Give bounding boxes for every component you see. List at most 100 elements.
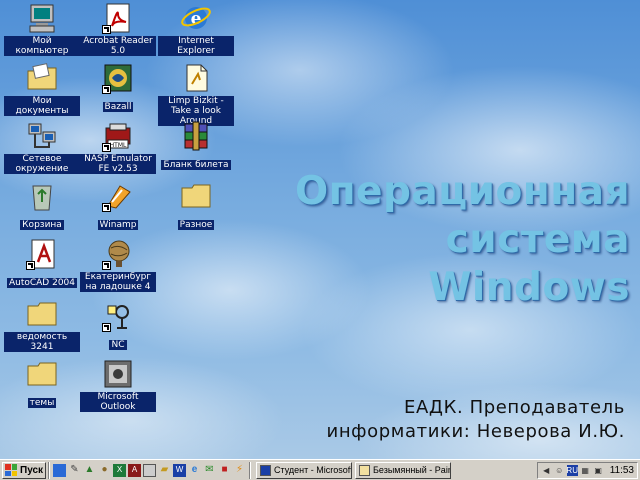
icon-label: Бланк билета bbox=[161, 160, 231, 170]
icon-label: Разное bbox=[177, 220, 215, 230]
word-icon bbox=[260, 464, 271, 476]
svg-text:HTML: HTML bbox=[110, 142, 127, 149]
icon-label: Мой компьютер bbox=[4, 36, 80, 56]
taskbar: Пуск ✎ ▲ ● X A ▰ W e ✉ ■ ⚡ Студент - Mic… bbox=[0, 459, 640, 480]
bazall-icon bbox=[102, 62, 134, 94]
slide-subtitle-line2: информатики: Неверова И.Ю. bbox=[326, 421, 625, 442]
desktop-icon-temy[interactable]: темы bbox=[4, 358, 80, 410]
desktop-icon-my-documents[interactable]: Мои документы bbox=[4, 62, 80, 118]
network-icon bbox=[26, 120, 58, 152]
desktop-icon-nc[interactable]: NC bbox=[80, 300, 156, 352]
display-icon[interactable]: ▣ bbox=[593, 465, 604, 476]
icon-label: NASP Emulator FE v2.53 bbox=[80, 154, 156, 174]
winrar-icon: HTML bbox=[102, 120, 134, 152]
tools-icon[interactable]: ✎ bbox=[68, 464, 81, 477]
icon-label: Internet Explorer bbox=[158, 36, 234, 56]
icon-label: NC bbox=[109, 340, 127, 350]
start-label: Пуск bbox=[20, 464, 44, 476]
desktop[interactable]: Мой компьютер Мои документы Сетевое окру… bbox=[0, 0, 640, 459]
system-tray: ◀ ☺ RU ▦ ▣ 11:53 bbox=[536, 461, 638, 479]
my-computer-icon bbox=[26, 2, 58, 34]
desktop-icon-vedomost[interactable]: ведомость 3241 bbox=[4, 298, 80, 354]
winamp-icon[interactable]: ⚡ bbox=[233, 464, 246, 477]
task-label: Студент - Microsoft ... bbox=[274, 465, 352, 475]
icon-label: Bazall bbox=[102, 102, 134, 112]
icon-label: ведомость 3241 bbox=[4, 332, 80, 352]
globe-icon bbox=[102, 238, 134, 270]
document-icon bbox=[180, 62, 212, 94]
slide-subtitle-line1: ЕАДК. Преподаватель bbox=[404, 397, 625, 418]
winrar-archive-icon bbox=[180, 120, 212, 152]
icon-label: темы bbox=[27, 398, 57, 408]
shortcut-arrow-icon bbox=[102, 203, 111, 212]
outlook-icon bbox=[102, 358, 134, 390]
desktop-icon-my-computer[interactable]: Мой компьютер bbox=[4, 2, 80, 58]
desktop-icon-acrobat[interactable]: Acrobat Reader 5.0 bbox=[80, 2, 156, 58]
start-button[interactable]: Пуск bbox=[2, 461, 46, 479]
icon-label: Microsoft Outlook bbox=[80, 392, 156, 412]
internet-explorer-icon[interactable]: e bbox=[188, 464, 201, 477]
desktop-icon-autocad[interactable]: AutoCAD 2004 bbox=[4, 238, 80, 290]
paint-icon[interactable]: ■ bbox=[218, 464, 231, 477]
nc-icon bbox=[102, 300, 134, 332]
antivirus-icon[interactable]: ☺ bbox=[554, 465, 565, 476]
slide-title-line2: система Windows bbox=[428, 217, 630, 310]
language-indicator[interactable]: RU bbox=[566, 464, 578, 476]
icon-label: Acrobat Reader 5.0 bbox=[80, 36, 156, 56]
icon-label: Екатеринбург на ладошке 4 bbox=[80, 272, 156, 292]
shortcut-arrow-icon bbox=[102, 261, 111, 270]
shortcut-arrow-icon bbox=[102, 25, 111, 34]
autocad-icon bbox=[26, 238, 58, 270]
icon-label: Мои документы bbox=[4, 96, 80, 116]
chart-icon[interactable]: ▲ bbox=[83, 464, 96, 477]
my-documents-icon bbox=[26, 62, 58, 94]
desktop-icon-internet-explorer[interactable]: e Internet Explorer bbox=[158, 2, 234, 58]
task-label: Безымянный - Paint bbox=[373, 465, 451, 475]
folder-icon bbox=[180, 180, 212, 212]
desktop-icon-limp-bizkit[interactable]: Limp Bizkit - Take a look Around bbox=[158, 62, 234, 128]
clock[interactable]: 11:53 bbox=[610, 465, 634, 476]
desktop-icon-bazall[interactable]: Bazall bbox=[80, 62, 156, 114]
folder-icon bbox=[26, 358, 58, 390]
shortcut-arrow-icon bbox=[102, 85, 111, 94]
recycle-bin-icon bbox=[26, 180, 58, 212]
slide-title-line1: Операционная bbox=[294, 169, 630, 214]
icon-label: Winamp bbox=[97, 220, 139, 230]
desktop-icon-blank-bileta[interactable]: Бланк билета bbox=[158, 120, 234, 172]
taskbar-separator bbox=[249, 461, 251, 479]
access-icon[interactable]: A bbox=[128, 463, 141, 477]
desktop-icon-network[interactable]: Сетевое окружение bbox=[4, 120, 80, 176]
taskbar-button-paint[interactable]: Безымянный - Paint bbox=[355, 461, 451, 479]
icon-label: Корзина bbox=[20, 220, 64, 230]
paint-icon bbox=[359, 464, 370, 476]
icon-label: AutoCAD 2004 bbox=[6, 278, 78, 288]
winamp-icon bbox=[102, 180, 134, 212]
shortcut-arrow-icon bbox=[102, 143, 111, 152]
outlook-express-icon[interactable]: ✉ bbox=[203, 464, 216, 477]
quick-launch: ✎ ▲ ● X A ▰ W e ✉ ■ ⚡ bbox=[52, 463, 247, 477]
desktop-icon-raznoe[interactable]: Разное bbox=[158, 180, 234, 232]
desktop-icon-winamp[interactable]: Winamp bbox=[80, 180, 156, 232]
windows-logo-icon bbox=[5, 464, 17, 476]
excel-icon[interactable]: X bbox=[113, 463, 126, 477]
explorer-icon[interactable]: ▰ bbox=[158, 464, 171, 477]
taskbar-separator bbox=[48, 461, 50, 479]
desktop-show-icon[interactable] bbox=[53, 463, 66, 477]
shortcut-arrow-icon bbox=[102, 323, 111, 332]
desktop-icon-nasp-emulator[interactable]: HTML NASP Emulator FE v2.53 bbox=[80, 120, 156, 176]
desktop-icon-outlook[interactable]: Microsoft Outlook bbox=[80, 358, 156, 414]
volume-icon[interactable]: ◀ bbox=[541, 465, 552, 476]
globe-icon[interactable]: ● bbox=[98, 464, 111, 477]
taskbar-button-word[interactable]: Студент - Microsoft ... bbox=[256, 461, 352, 479]
desktop-icon-ekaterinburg[interactable]: Екатеринбург на ладошке 4 bbox=[80, 238, 156, 294]
network-tray-icon[interactable]: ▦ bbox=[580, 465, 591, 476]
shortcut-arrow-icon bbox=[26, 261, 35, 270]
calculator-icon[interactable] bbox=[143, 463, 156, 477]
slide-title: Операционная система Windows bbox=[270, 168, 630, 312]
desktop-icon-recycle-bin[interactable]: Корзина bbox=[4, 180, 80, 232]
slide-subtitle: ЕАДК. Преподаватель информатики: Неверов… bbox=[240, 396, 625, 444]
icon-label: Сетевое окружение bbox=[4, 154, 80, 174]
internet-explorer-icon: e bbox=[180, 2, 212, 34]
word-icon[interactable]: W bbox=[173, 463, 186, 477]
folder-icon bbox=[26, 298, 58, 330]
